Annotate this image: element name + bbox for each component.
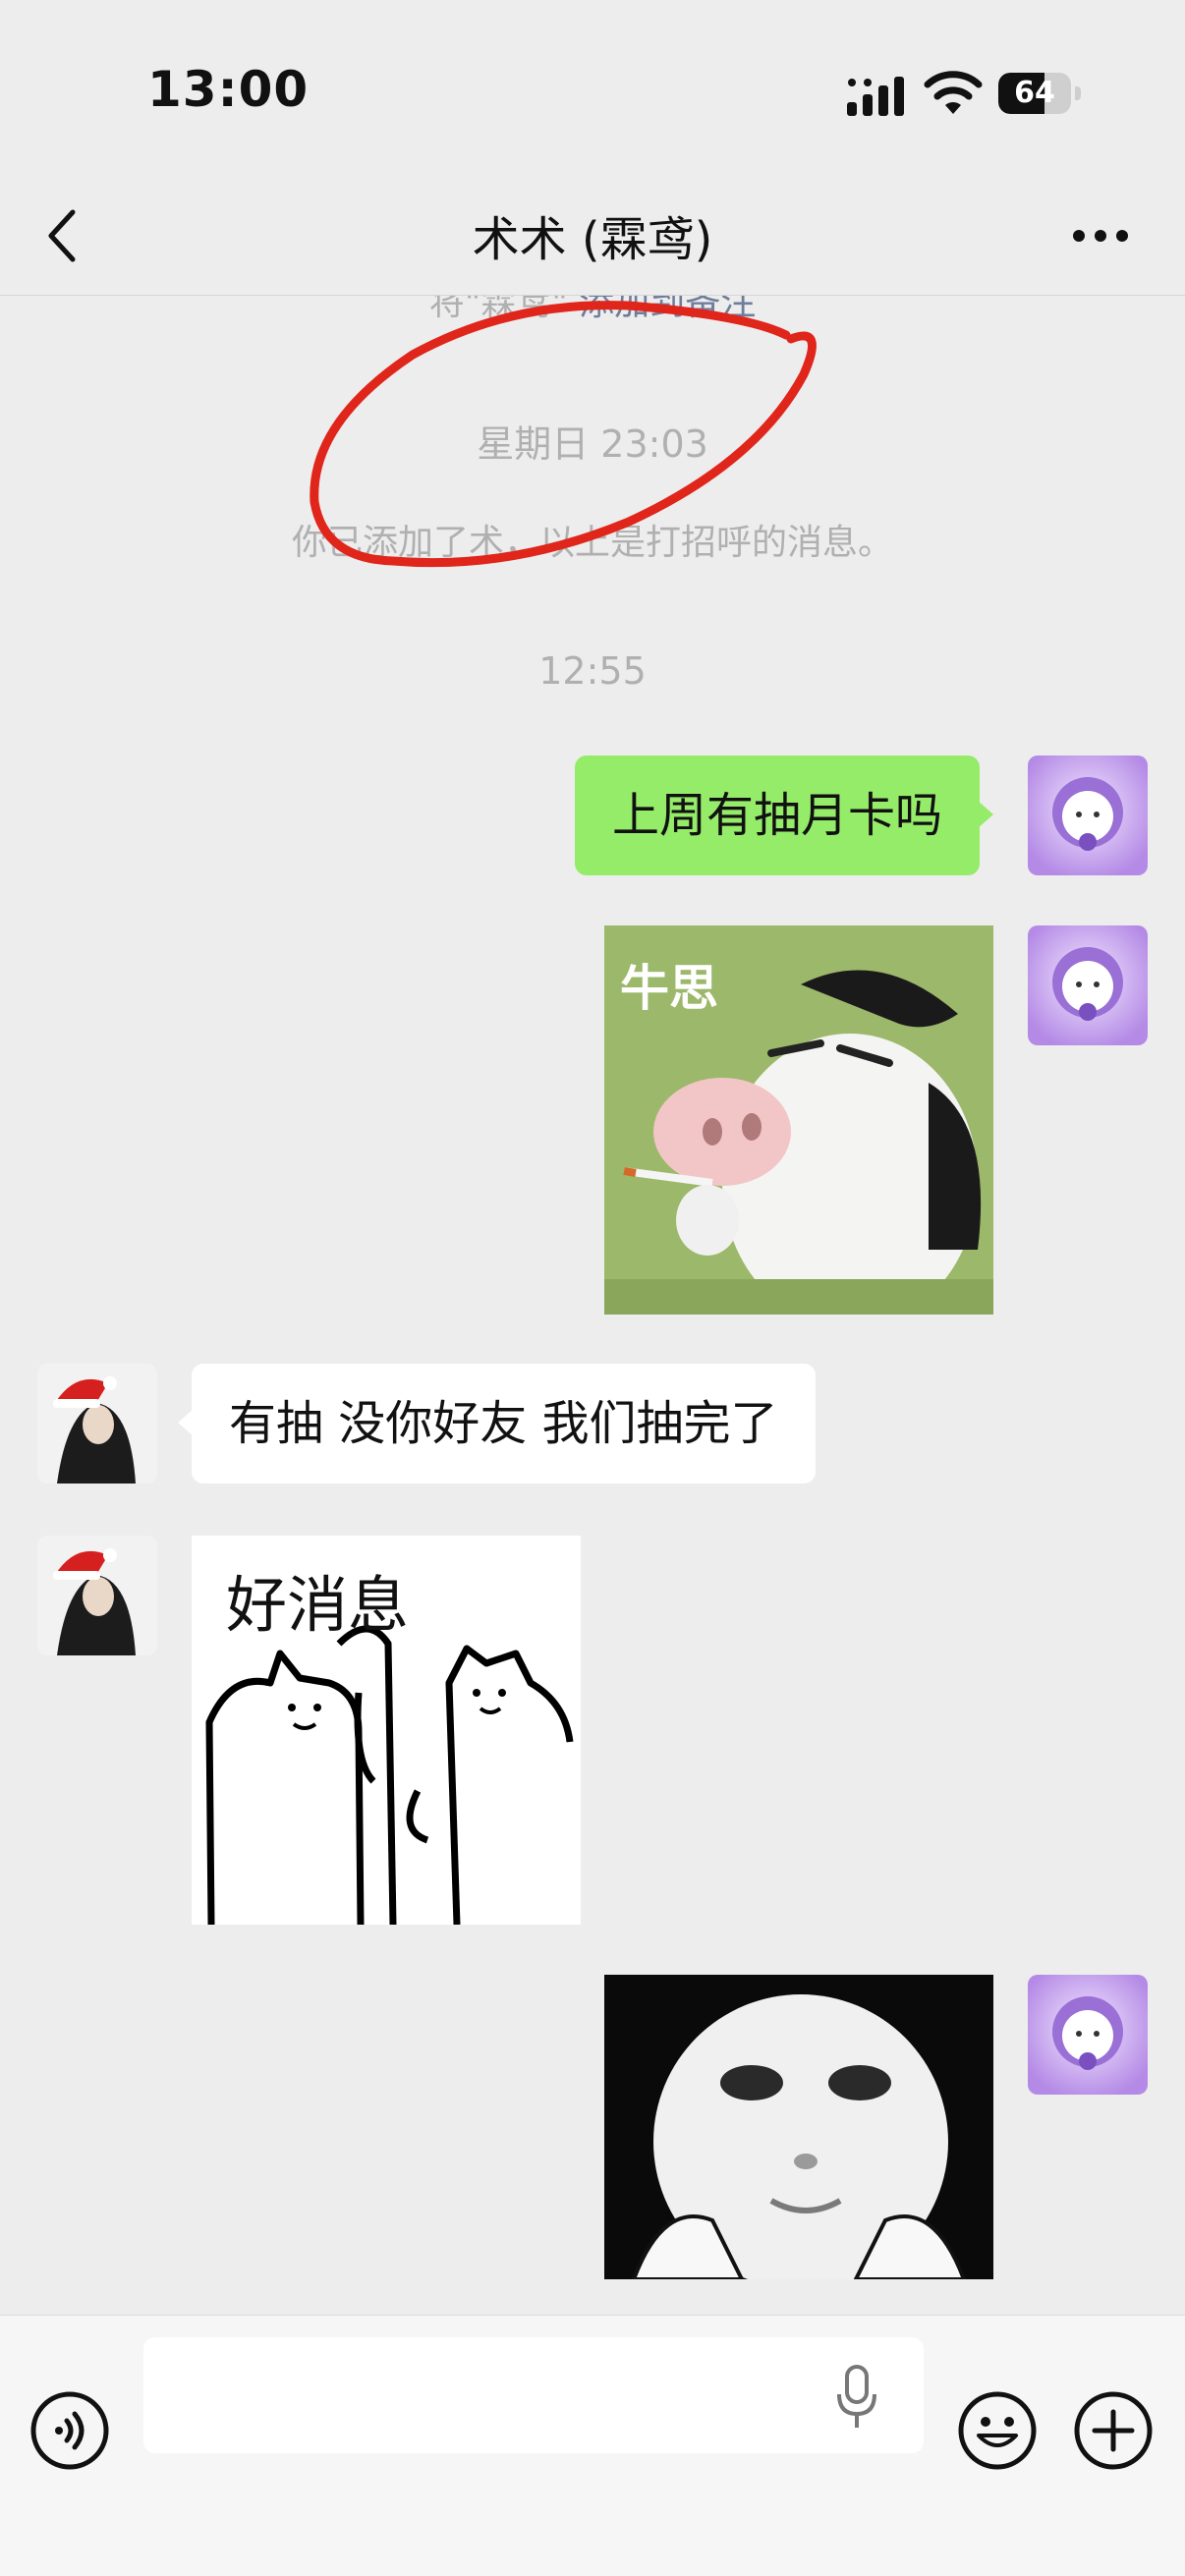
wifi-icon [924,71,983,114]
status-time: 13:00 [147,61,310,118]
plus-icon[interactable] [1073,2390,1154,2471]
contact-avatar[interactable] [37,1536,157,1655]
my-avatar[interactable] [1028,925,1148,1045]
outgoing-message-bubble[interactable]: 上周有抽月卡吗 [575,756,994,875]
add-remark-link[interactable]: 添加到备注 [579,296,756,323]
chat-screen: 13:00 64 术术 (霖鸢) 将"霖鸢" 添加到备注 星期日 23:03 你… [0,0,1185,2576]
sticker-caption: 牛思 [620,960,718,1017]
chat-header: 术术 (霖鸢) [0,177,1185,296]
my-avatar[interactable] [1028,1975,1148,2095]
red-annotation-circle [310,301,817,568]
battery-icon: 64 [998,73,1081,114]
sticker-caption: 好消息 [226,1569,410,1641]
cellular-signal-icon [847,77,904,116]
more-options-icon[interactable] [1071,216,1130,255]
timestamp: 12:55 [538,649,647,693]
contact-avatar[interactable] [37,1364,157,1484]
panda-face-sticker[interactable] [604,1975,993,2279]
message-input[interactable] [143,2337,924,2453]
battery-level: 64 [1014,76,1055,110]
message-list[interactable]: 将"霖鸢" 添加到备注 星期日 23:03 你已添加了术，以上是打招呼的消息。 … [0,296,1185,2314]
voice-mode-icon[interactable] [29,2390,110,2471]
status-bar: 13:00 64 [0,0,1185,177]
chat-title: 术术 (霖鸢) [472,212,713,267]
my-avatar[interactable] [1028,756,1148,875]
incoming-message-bubble[interactable]: 有抽 没你好友 我们抽完了 [178,1364,816,1484]
system-greeting-message: 你已添加了术，以上是打招呼的消息。 [291,523,893,563]
emoji-icon[interactable] [957,2390,1038,2471]
microphone-icon[interactable] [835,2363,878,2432]
chat-input-bar [0,2315,1185,2576]
timestamp: 星期日 23:03 [477,422,708,466]
add-remark-hint: 将"霖鸢" 添加到备注 [0,296,1185,325]
remark-hint-prefix: 将"霖鸢" [428,296,568,323]
back-chevron-icon[interactable] [39,202,86,269]
